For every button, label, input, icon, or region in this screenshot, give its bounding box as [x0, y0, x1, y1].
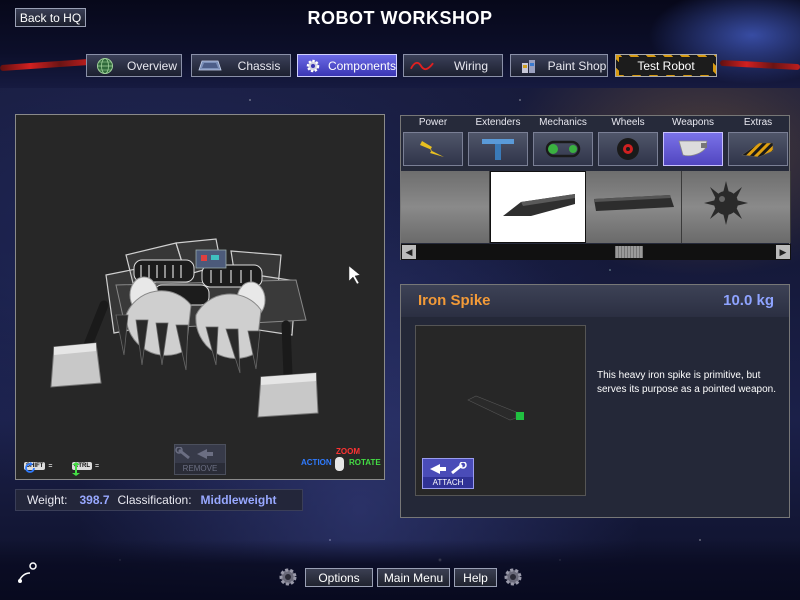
chain-icon [533, 132, 593, 166]
ctrl-height-hint: CTRL = [72, 462, 102, 476]
category-extenders[interactable]: Extenders [466, 116, 530, 168]
shift-rotate-hint: SHIFT = [24, 462, 55, 473]
category-tabs: Power Extenders Mechanics Wheels Weapons [401, 116, 791, 168]
part-info-panel: Iron Spike 10.0 kg ATTACH This heavy iro… [400, 284, 790, 518]
tab-chassis[interactable]: Chassis [191, 54, 291, 77]
part-item-list [401, 171, 791, 243]
paint-cans-icon [517, 57, 541, 75]
gear-icon [502, 566, 524, 588]
scroll-left-button[interactable]: ◀ [402, 245, 416, 259]
mouse-controls-hint: ZOOM ACTION ROTATE [301, 447, 381, 477]
remove-part-button[interactable]: REMOVE [174, 444, 226, 475]
extender-icon [468, 132, 528, 166]
blade-icon [663, 132, 723, 166]
scroll-thumb[interactable] [615, 246, 644, 258]
attach-part-button[interactable]: ATTACH [422, 458, 474, 489]
category-extras[interactable]: Extras [726, 116, 790, 168]
robot-stats-bar: Weight: 398.7 Classification: Middleweig… [15, 489, 303, 511]
item-iron-spike[interactable] [490, 171, 586, 243]
category-mechanics[interactable]: Mechanics [531, 116, 595, 168]
wheel-icon [598, 132, 658, 166]
page-title: ROBOT WORKSHOP [307, 8, 493, 28]
category-power[interactable]: Power [401, 116, 465, 168]
part-list-scrollbar[interactable]: ◀ ▶ [401, 244, 791, 260]
tab-paint-shop[interactable]: Paint Shop [510, 54, 608, 77]
chassis-icon [198, 57, 222, 75]
classification-value: Middleweight [200, 493, 277, 507]
main-menu-button[interactable]: Main Menu [377, 568, 450, 587]
gear-icon [277, 566, 299, 588]
robot-viewport[interactable]: REMOVE SHIFT = CTRL = ZOOM ACTION ROTATE [15, 114, 385, 480]
tab-test-robot[interactable]: Test Robot [615, 54, 717, 77]
help-button[interactable]: Help [454, 568, 497, 587]
part-weight: 10.0 kg [723, 292, 774, 309]
part-name: Iron Spike [418, 292, 491, 309]
item-blank[interactable] [401, 171, 490, 243]
robot-model [50, 238, 361, 418]
globe-icon [93, 57, 117, 75]
spiked-ball-thumbnail [704, 181, 748, 225]
weight-value: 398.7 [79, 493, 110, 507]
part-preview[interactable]: ATTACH [415, 325, 586, 496]
cable-decoration [0, 58, 91, 72]
part-description: This heavy iron spike is primitive, but … [597, 370, 776, 395]
part-info-header: Iron Spike 10.0 kg [401, 285, 789, 317]
parts-selector: Power Extenders Mechanics Wheels Weapons [400, 115, 791, 260]
game-logo-icon [16, 561, 40, 585]
item-flat-blade[interactable] [586, 171, 682, 243]
tab-components[interactable]: Components [297, 54, 397, 77]
arrow-wrench-icon [423, 461, 473, 477]
iron-spike-thumbnail [503, 194, 575, 216]
wire-icon [410, 57, 434, 75]
mouse-icon [335, 457, 344, 471]
category-weapons[interactable]: Weapons [661, 116, 725, 168]
tab-overview[interactable]: Overview [86, 54, 182, 77]
hazard-icon [728, 132, 788, 166]
flat-blade-thumbnail [594, 195, 674, 211]
iron-spike-preview [467, 395, 524, 421]
options-button[interactable]: Options [305, 568, 373, 587]
lightning-icon [403, 132, 463, 166]
category-wheels[interactable]: Wheels [596, 116, 660, 168]
mouse-cursor-icon [348, 265, 361, 285]
back-to-hq-button[interactable]: Back to HQ [15, 8, 86, 27]
item-spiked-ball[interactable] [682, 171, 791, 243]
scroll-right-button[interactable]: ▶ [776, 245, 790, 259]
tab-wiring[interactable]: Wiring [403, 54, 503, 77]
wrench-arrow-icon [175, 447, 225, 463]
gear-icon [304, 57, 322, 75]
